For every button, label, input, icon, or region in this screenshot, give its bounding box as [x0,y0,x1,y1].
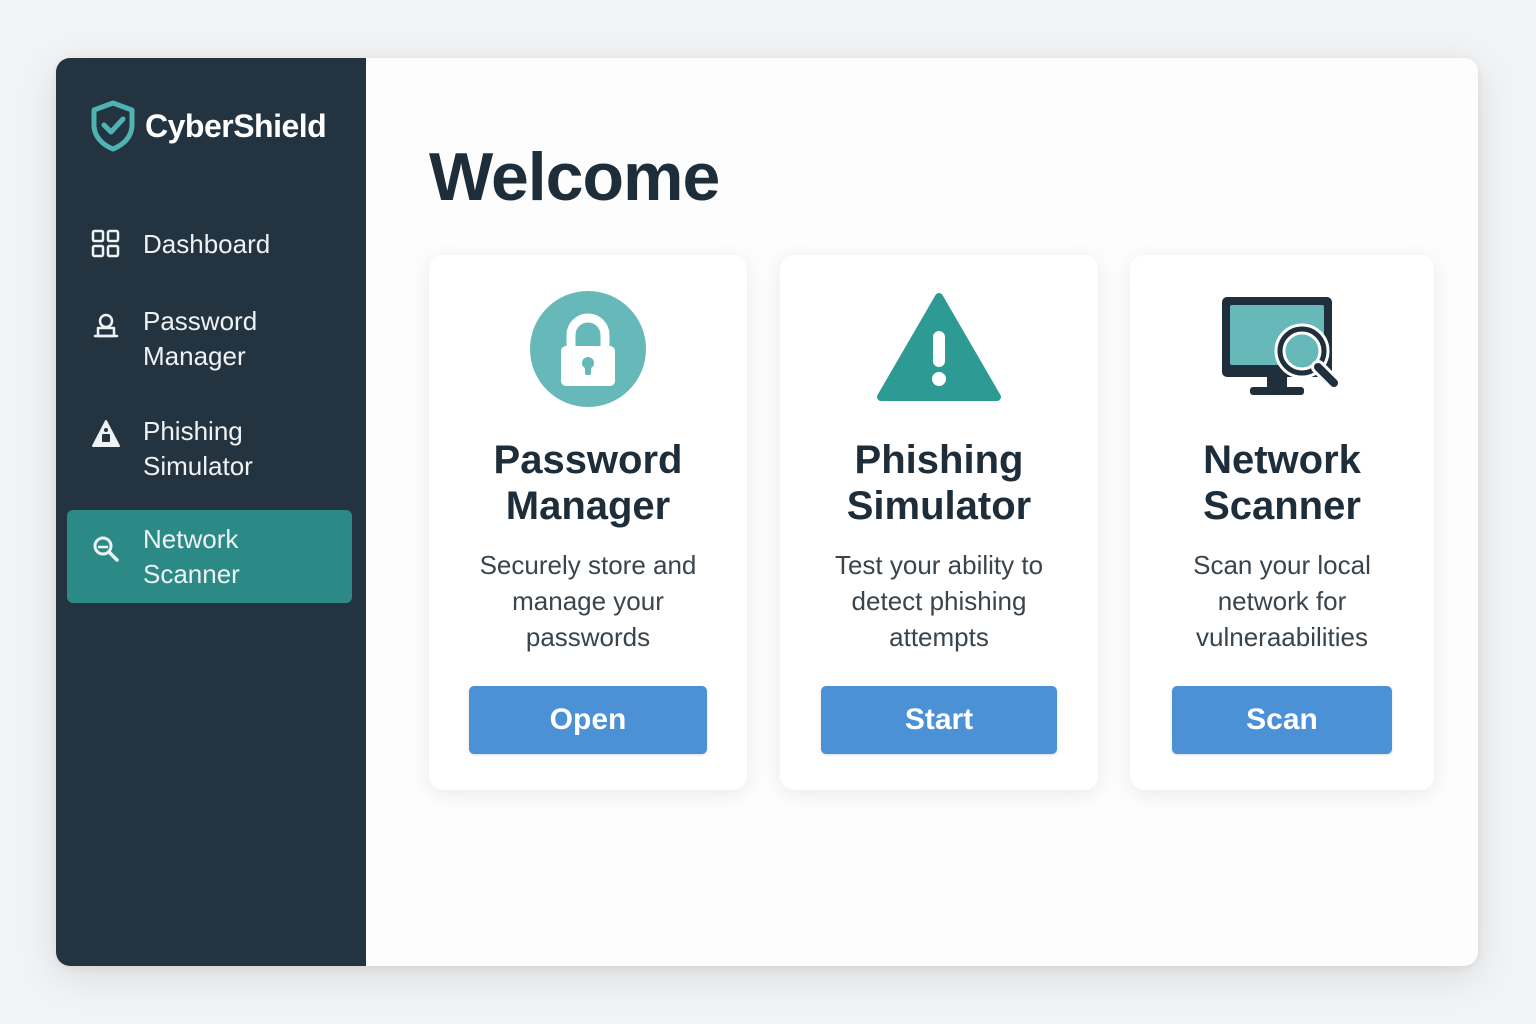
page-title: Welcome [429,139,720,215]
sidebar-item-password-manager[interactable]: Password Manager [67,303,352,375]
monitor-search-icon [1222,297,1343,395]
warning-icon [877,293,1001,401]
card-title: Network Scanner [1203,438,1361,528]
sidebar-item-label: Network Scanner [143,524,240,589]
main-content: Welcome Password Manager Securely store … [366,58,1478,966]
user-lock-icon [93,313,119,338]
search-icon [93,536,119,562]
card-description: Securely store and manage your passwords [479,550,697,652]
card-network-scanner: Network Scanner Scan your local network … [1130,255,1434,790]
lock-icon [530,291,646,407]
brand-logo[interactable]: CyberShield [90,100,327,152]
card-title: Password Manager [493,438,683,528]
card-phishing-simulator: Phishing Simulator Test your ability to … [780,255,1098,790]
sidebar-item-network-scanner[interactable]: Network Scanner [67,510,352,603]
open-button[interactable]: Open [469,686,707,754]
grid-icon [91,229,120,258]
sidebar-item-label: Dashboard [143,229,271,259]
warning-icon [92,420,120,447]
app-window: CyberShield Dashboard Password Manager P… [56,58,1478,966]
sidebar-item-label: Password Manager [143,306,258,371]
sidebar: CyberShield Dashboard Password Manager P… [56,58,366,966]
card-description: Test your ability to detect phishing att… [834,550,1044,652]
card-title: Phishing Simulator [846,438,1032,528]
shield-check-icon [91,100,135,152]
sidebar-item-dashboard[interactable]: Dashboard [67,225,352,265]
card-password-manager: Password Manager Securely store and mana… [429,255,747,790]
sidebar-item-phishing-simulator[interactable]: Phishing Simulator [67,413,352,485]
scan-button[interactable]: Scan [1172,686,1392,754]
card-description: Scan your local network for vulneraabili… [1193,550,1371,652]
brand-name: CyberShield [145,107,327,144]
sidebar-item-label: Phishing Simulator [143,416,253,481]
start-button[interactable]: Start [821,686,1057,754]
